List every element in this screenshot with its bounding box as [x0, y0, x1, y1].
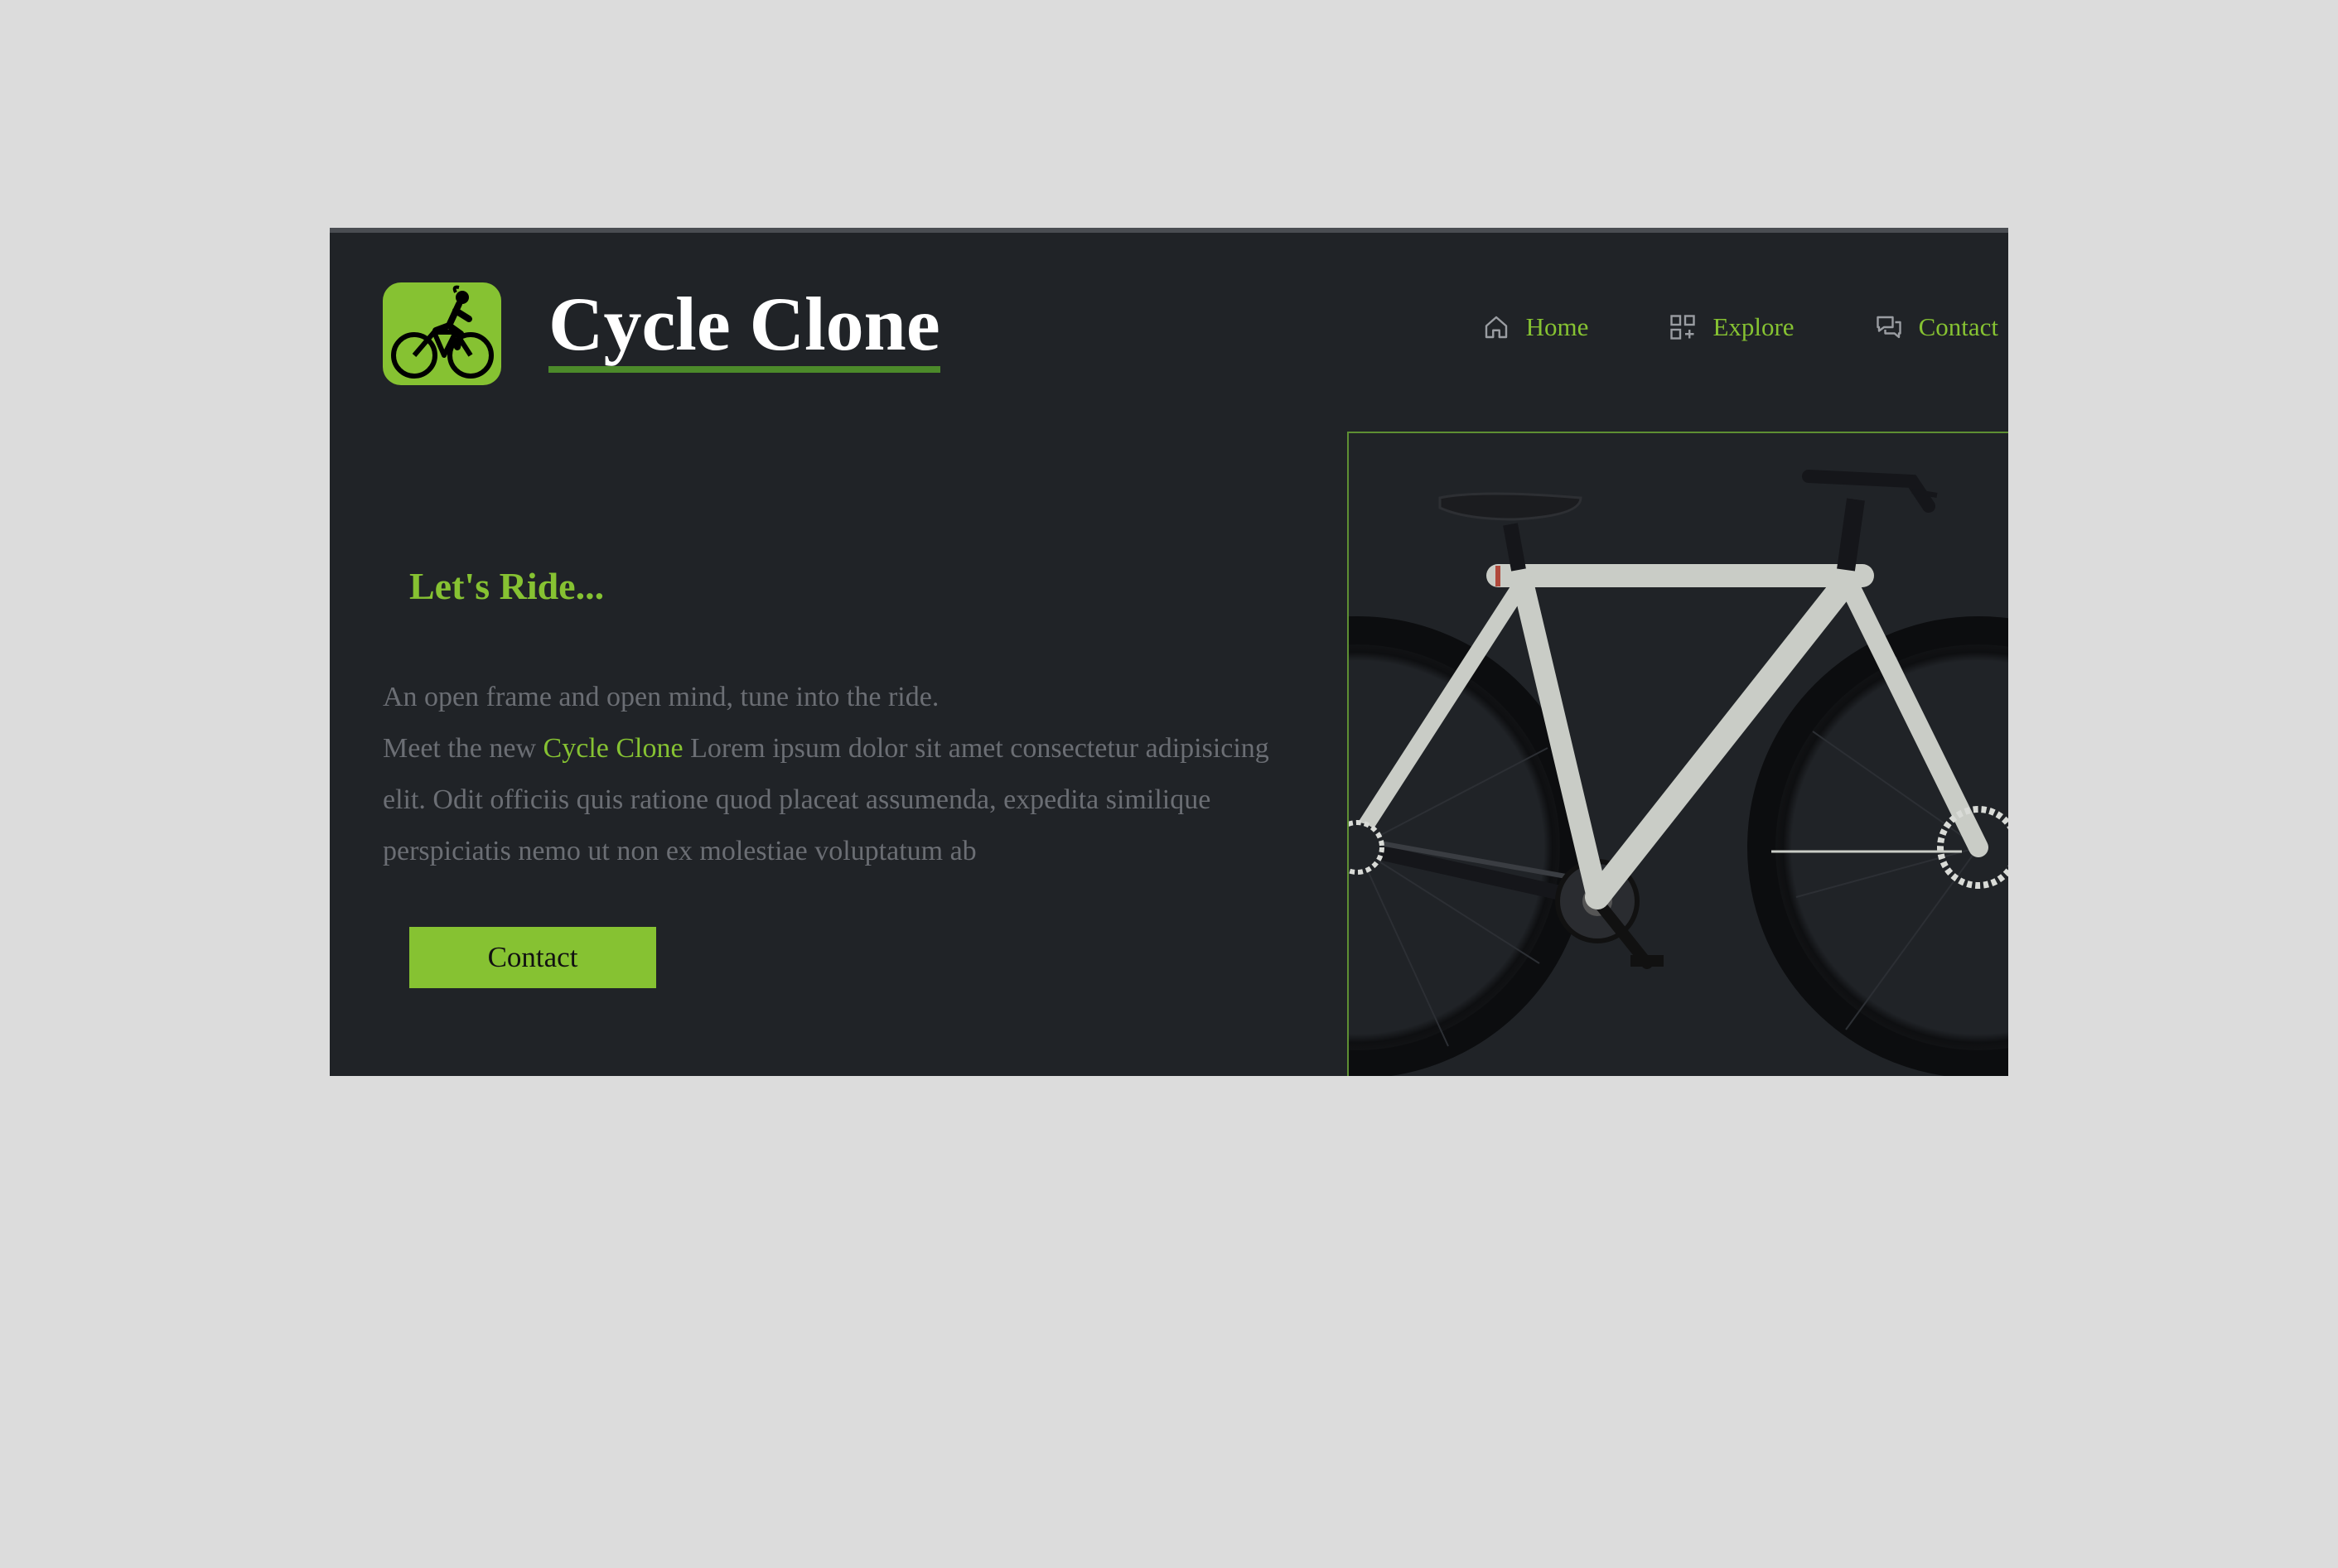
nav-explore-label: Explore [1712, 312, 1795, 341]
bicycle-illustration [1349, 470, 2008, 1076]
logo[interactable] [383, 282, 501, 385]
brand-title[interactable]: Cycle Clone [548, 282, 940, 374]
description-brand-highlight: Cycle Clone [543, 733, 684, 764]
main-nav: Home Explore Contact [1481, 312, 1998, 342]
nav-contact-label: Contact [1918, 312, 1998, 341]
hero-section: Cycle Clone Home Explore Contact Let's R… [330, 228, 2008, 1076]
contact-button[interactable]: Contact [409, 927, 656, 988]
description-line-1: An open frame and open mind, tune into t… [383, 682, 940, 712]
nav-explore[interactable]: Explore [1668, 312, 1795, 342]
home-icon [1485, 316, 1507, 339]
cyclist-icon [391, 285, 494, 379]
nav-home-label: Home [1525, 312, 1589, 341]
description-prefix: Meet the new [383, 733, 543, 764]
nav-contact[interactable]: Contact [1874, 312, 1998, 342]
grid-icon [1670, 315, 1696, 340]
chat-icon [1876, 316, 1901, 339]
hero-description: An open frame and open mind, tune into t… [383, 672, 1311, 877]
hero-tagline: Let's Ride... [409, 565, 605, 607]
nav-home[interactable]: Home [1481, 312, 1589, 342]
bicycle-photo [1347, 432, 2008, 1076]
